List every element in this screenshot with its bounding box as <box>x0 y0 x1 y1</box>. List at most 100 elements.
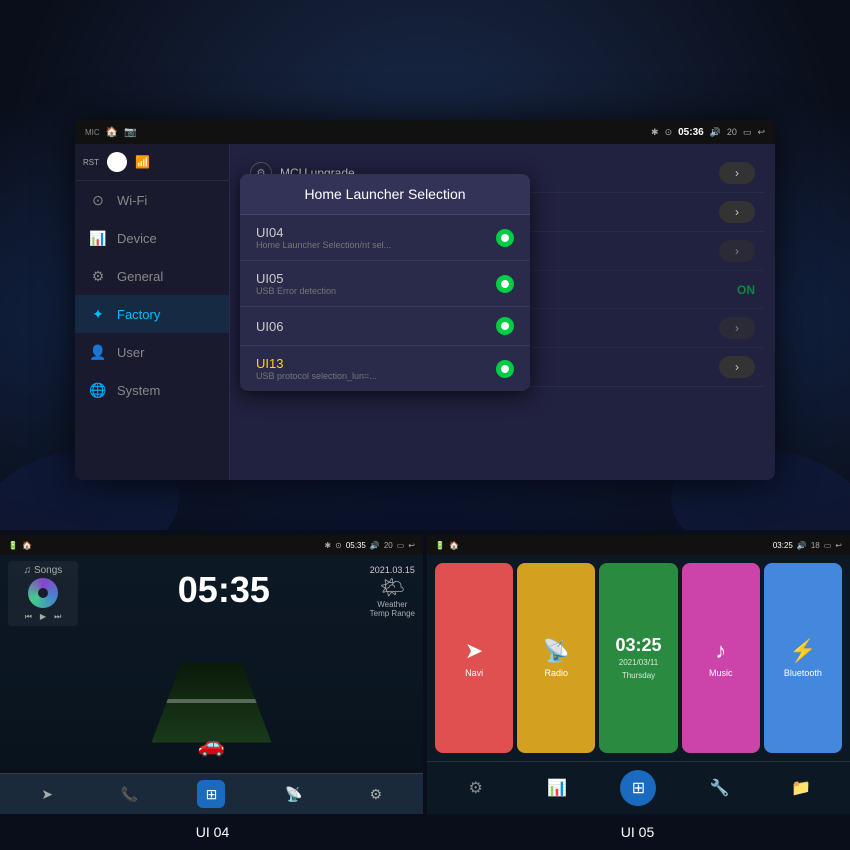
ui05-nav-chart[interactable]: 📊 <box>539 770 575 806</box>
ui04-status-bar: 🔋 🏠 ✱ ⊙ 05:35 🔊 20 ▭ ↩ <box>0 535 423 555</box>
app-tile-bluetooth[interactable]: ⚡ Bluetooth <box>764 563 842 753</box>
ui13-arrow[interactable]: › <box>719 240 755 262</box>
ui05-nav-apps[interactable]: ⊞ <box>620 770 656 806</box>
user-nav-icon: 👤 <box>89 343 107 361</box>
back-icon[interactable]: ↩ <box>757 127 765 138</box>
app-tile-music[interactable]: ♪ Music <box>682 563 760 753</box>
next-icon[interactable]: ⏭ <box>54 612 61 622</box>
sidebar-item-wifi[interactable]: ⊙ Wi-Fi <box>75 181 229 219</box>
ui05-status-bar: 🔋 🏠 03:25 🔊 18 ▭ ↩ <box>427 535 850 555</box>
export-arrow[interactable]: › <box>719 356 755 378</box>
ui04-home-icon: 🏠 <box>22 541 32 550</box>
dropdown-option-ui13[interactable]: UI13 USB protocol selection_lun=... <box>240 346 530 391</box>
main-time: 05:36 <box>678 127 704 138</box>
ui05-content: ➤ Navi 📡 Radio 03:25 2021/03/11 Thursday <box>427 555 850 814</box>
sidebar-item-factory[interactable]: ✦ Factory <box>75 295 229 333</box>
ui05-label: UI 05 <box>425 814 850 850</box>
dropdown-option-ui06[interactable]: UI06 <box>240 307 530 346</box>
weather-label: Weather <box>370 600 415 609</box>
nav-radio-icon[interactable]: 📡 <box>280 780 308 808</box>
ui04-bt-icon: ✱ <box>324 541 331 550</box>
mcu-upgrade-arrow[interactable]: › <box>719 162 755 184</box>
nav-apps-icon[interactable]: ⊞ <box>197 780 225 808</box>
ui04-back-icon[interactable]: ↩ <box>408 541 415 550</box>
app-tile-radio[interactable]: 📡 Radio <box>517 563 595 753</box>
launcher-dropdown: Home Launcher Selection UI04 Home Launch… <box>240 174 530 391</box>
ui13-radio <box>496 360 514 378</box>
sidebar-nav: ⊙ Wi-Fi 📊 Device ⚙ General ✦ Factory <box>75 181 229 480</box>
main-status-bar: MIC 🏠 📷 ✱ ⊙ 05:36 🔊 20 ▭ ↩ <box>75 120 775 144</box>
clock-date: 2021/03/11 <box>619 658 658 667</box>
play-icon[interactable]: ▶ <box>40 612 46 622</box>
ui04-status-right: ✱ ⊙ 05:35 🔊 20 ▭ ↩ <box>324 541 415 550</box>
wifi-icon: ⊙ <box>665 127 673 138</box>
weather-widget: 2021.03.15 🌤 Weather Temp Range <box>370 561 415 618</box>
ui04-battery-pct: 20 <box>384 541 393 550</box>
sub-screens: 🔋 🏠 ✱ ⊙ 05:35 🔊 20 ▭ ↩ ♫ Songs <box>0 535 850 814</box>
car-top-view-icon: 🚗 <box>198 732 225 758</box>
general-nav-icon: ⚙ <box>89 267 107 285</box>
music-icon: ♪ <box>715 638 726 664</box>
nav-navigation-icon[interactable]: ➤ <box>33 780 61 808</box>
bluetooth-tile-icon: ⚡ <box>789 638 816 664</box>
app-tile-navi[interactable]: ➤ Navi <box>435 563 513 753</box>
road-lines <box>152 663 272 743</box>
weather-icon: 🌤 <box>370 575 415 600</box>
dropdown-option-ui04[interactable]: UI04 Home Launcher Selection/nt sel... <box>240 215 530 261</box>
ui05-nav-folder[interactable]: 📁 <box>783 770 819 806</box>
battery-level: 20 <box>727 127 737 137</box>
music-label: Music <box>709 668 733 678</box>
ui04-batt-icon: ▭ <box>397 541 405 550</box>
ui04-radio <box>496 229 514 247</box>
nav-phone-icon[interactable]: 📞 <box>115 780 143 808</box>
sidebar-item-system[interactable]: 🌐 System <box>75 371 229 409</box>
wifi-signal-dot <box>107 152 127 172</box>
status-left: MIC 🏠 📷 <box>85 127 137 138</box>
ui13-option-label: UI13 <box>256 356 377 371</box>
navi-label: Navi <box>465 668 483 678</box>
music-disc <box>28 578 58 608</box>
ui05-battery-icon: 🔋 <box>435 541 445 550</box>
dropdown-option-ui05[interactable]: UI05 USB Error detection <box>240 261 530 307</box>
ui05-nav-gear[interactable]: 🔧 <box>702 770 738 806</box>
ui04-top: ♫ Songs ⏮ ▶ ⏭ 05:35 2021. <box>0 555 423 632</box>
ui05-sublabel: USB Error detection <box>256 286 336 296</box>
ui04-content: ♫ Songs ⏮ ▶ ⏭ 05:35 2021. <box>0 555 423 814</box>
screen-content: RST 📶 ⊙ Wi-Fi 📊 Device ⚙ General <box>75 144 775 480</box>
ui05-batt-icon: ▭ <box>824 541 832 550</box>
volume-icon: 🔊 <box>710 127 721 138</box>
radio-icon: 📡 <box>543 638 570 664</box>
main-panel: ⚙ MCU upgrade › › UI13 › USB Error detec… <box>230 144 775 480</box>
ui04-vol-icon: 🔊 <box>370 541 380 550</box>
ui04-label: UI 04 <box>0 814 425 850</box>
factory-nav-label: Factory <box>117 307 160 322</box>
music-disc-center <box>38 588 48 598</box>
usb-error-status: ON <box>737 283 755 297</box>
ui05-label: UI05 <box>256 271 336 286</box>
sidebar-item-user[interactable]: 👤 User <box>75 333 229 371</box>
usb-protocol-arrow[interactable]: › <box>719 317 755 339</box>
signal-icon: 📶 <box>135 155 150 169</box>
music-note-icon: ♫ Songs <box>12 565 74 576</box>
rst-label: RST <box>83 158 99 167</box>
ui04-sublabel: Home Launcher Selection/nt sel... <box>256 240 391 250</box>
ui05-screen: 🔋 🏠 03:25 🔊 18 ▭ ↩ ➤ Navi <box>427 535 850 814</box>
ui04-bottom-nav: ➤ 📞 ⊞ 📡 ⚙ <box>0 773 423 814</box>
ui05-back-icon[interactable]: ↩ <box>835 541 842 550</box>
prev-icon[interactable]: ⏮ <box>25 612 32 622</box>
nav-settings-icon[interactable]: ⚙ <box>362 780 390 808</box>
app-tile-clock[interactable]: 03:25 2021/03/11 Thursday <box>599 563 677 753</box>
ui05-nav-settings[interactable]: ⚙ <box>458 770 494 806</box>
sidebar-item-general[interactable]: ⚙ General <box>75 257 229 295</box>
ui05-vol-icon: 🔊 <box>797 541 807 550</box>
device-nav-icon: 📊 <box>89 229 107 247</box>
setting-arrow-2[interactable]: › <box>719 201 755 223</box>
sidebar-item-device[interactable]: 📊 Device <box>75 219 229 257</box>
ui04-label: UI04 <box>256 225 391 240</box>
ui06-label: UI06 <box>256 319 283 334</box>
bottom-section: 🔋 🏠 ✱ ⊙ 05:35 🔊 20 ▭ ↩ ♫ Songs <box>0 535 850 850</box>
wifi-nav-icon: ⊙ <box>89 191 107 209</box>
bluetooth-label: Bluetooth <box>784 668 822 678</box>
clock-day: Thursday <box>622 671 655 680</box>
music-widget: ♫ Songs ⏮ ▶ ⏭ <box>8 561 78 626</box>
